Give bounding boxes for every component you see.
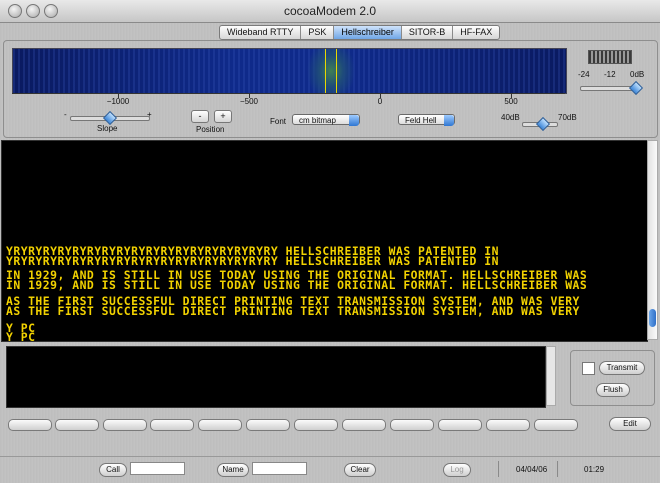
window-title: cocoaModem 2.0 (283, 4, 377, 18)
tab-wideband-rtty[interactable]: Wideband RTTY (220, 26, 302, 39)
receive-line: YRYRYRYRYRYRYRYRYRYRYRYRYRYRYRYRYRYRY HE… (6, 254, 499, 268)
log-button[interactable]: Log (443, 463, 471, 477)
tuning-marker-right (336, 49, 337, 93)
font-popup[interactable]: cm bitmap (292, 114, 360, 126)
dynamic-range-slider[interactable] (522, 116, 558, 132)
title-bar: cocoaModem 2.0 (0, 0, 660, 23)
tab-psk[interactable]: PSK (301, 26, 335, 39)
flush-button[interactable]: Flush (596, 383, 630, 397)
hell-mode-popup[interactable]: Feld Hell (398, 114, 455, 126)
app-window: cocoaModem 2.0 Wideband RTTY PSK Hellsch… (0, 0, 660, 482)
input-attenuator-slider[interactable] (580, 80, 644, 96)
slope-label: Slope (97, 124, 118, 133)
hell-mode-value: Feld Hell (405, 116, 437, 125)
freq-tick-label: 500 (504, 97, 518, 106)
input-level-meter (588, 50, 632, 64)
macro-button[interactable] (246, 419, 290, 431)
call-button[interactable]: Call (99, 463, 127, 477)
call-input[interactable] (130, 462, 185, 475)
freq-tick-label: −1000 (106, 97, 130, 106)
date-display: 04/04/06 (516, 465, 548, 474)
macro-button[interactable] (390, 419, 434, 431)
macro-button[interactable] (8, 419, 52, 431)
transmit-control-box (570, 350, 655, 406)
macro-button[interactable] (198, 419, 242, 431)
mode-tabs: Wideband RTTY PSK Hellschreiber SITOR-B … (219, 25, 501, 40)
transmit-indicator-checkbox[interactable] (582, 362, 595, 375)
macro-button[interactable] (342, 419, 386, 431)
frequency-scale: −1000 −500 0 500 (12, 93, 565, 106)
transmit-button[interactable]: Transmit (599, 361, 645, 375)
level-label: -12 (604, 70, 616, 79)
chevron-down-icon (444, 115, 454, 126)
macro-button[interactable] (55, 419, 99, 431)
freq-tick-label: −500 (239, 97, 259, 106)
macro-button[interactable] (294, 419, 338, 431)
position-label: Position (196, 125, 225, 134)
receive-text-view[interactable]: YRYRYRYRYRYRYRYRYRYRYRYRYRYRYRYRYRYRY HE… (1, 140, 648, 342)
name-button[interactable]: Name (217, 463, 249, 477)
close-window-icon[interactable] (8, 4, 22, 18)
name-input[interactable] (252, 462, 307, 475)
receive-line: IN 1929, AND IS STILL IN USE TODAY USING… (6, 278, 588, 292)
macro-button[interactable] (150, 419, 194, 431)
chevron-down-icon (349, 115, 359, 126)
font-label: Font (270, 117, 287, 126)
minimize-window-icon[interactable] (26, 4, 40, 18)
slope-minus-label: - (64, 110, 67, 119)
font-popup-value: cm bitmap (299, 116, 336, 125)
zoom-window-icon[interactable] (44, 4, 58, 18)
macro-button[interactable] (438, 419, 482, 431)
clear-button[interactable]: Clear (344, 463, 376, 477)
receive-line: Y PC (6, 330, 36, 342)
edit-macros-button[interactable]: Edit (609, 417, 651, 431)
range-min-label: 40dB (501, 113, 520, 122)
waterfall-display[interactable] (12, 48, 567, 94)
tuning-marker-left (325, 49, 326, 93)
transmit-scrollbar[interactable] (546, 346, 556, 406)
level-label: 0dB (630, 70, 645, 79)
level-label: -24 (578, 70, 590, 79)
receive-scrollbar[interactable] (647, 140, 658, 340)
tab-hf-fax[interactable]: HF-FAX (453, 26, 499, 39)
tab-sitor-b[interactable]: SITOR-B (402, 26, 454, 39)
tab-hellschreiber[interactable]: Hellschreiber (334, 26, 402, 39)
position-plus-button[interactable]: + (214, 110, 232, 123)
time-display: 01:29 (584, 465, 605, 474)
position-minus-button[interactable]: - (191, 110, 209, 123)
transmit-text-view[interactable] (6, 346, 546, 408)
range-max-label: 70dB (558, 113, 577, 122)
slope-slider[interactable] (70, 110, 150, 126)
macro-button[interactable] (103, 419, 147, 431)
macro-button[interactable] (486, 419, 530, 431)
status-divider (498, 461, 499, 477)
scroll-thumb[interactable] (649, 309, 656, 327)
receive-line: AS THE FIRST SUCCESSFUL DIRECT PRINTING … (6, 304, 580, 318)
macro-button[interactable] (534, 419, 578, 431)
status-divider (557, 461, 558, 477)
freq-tick-label: 0 (377, 97, 383, 106)
